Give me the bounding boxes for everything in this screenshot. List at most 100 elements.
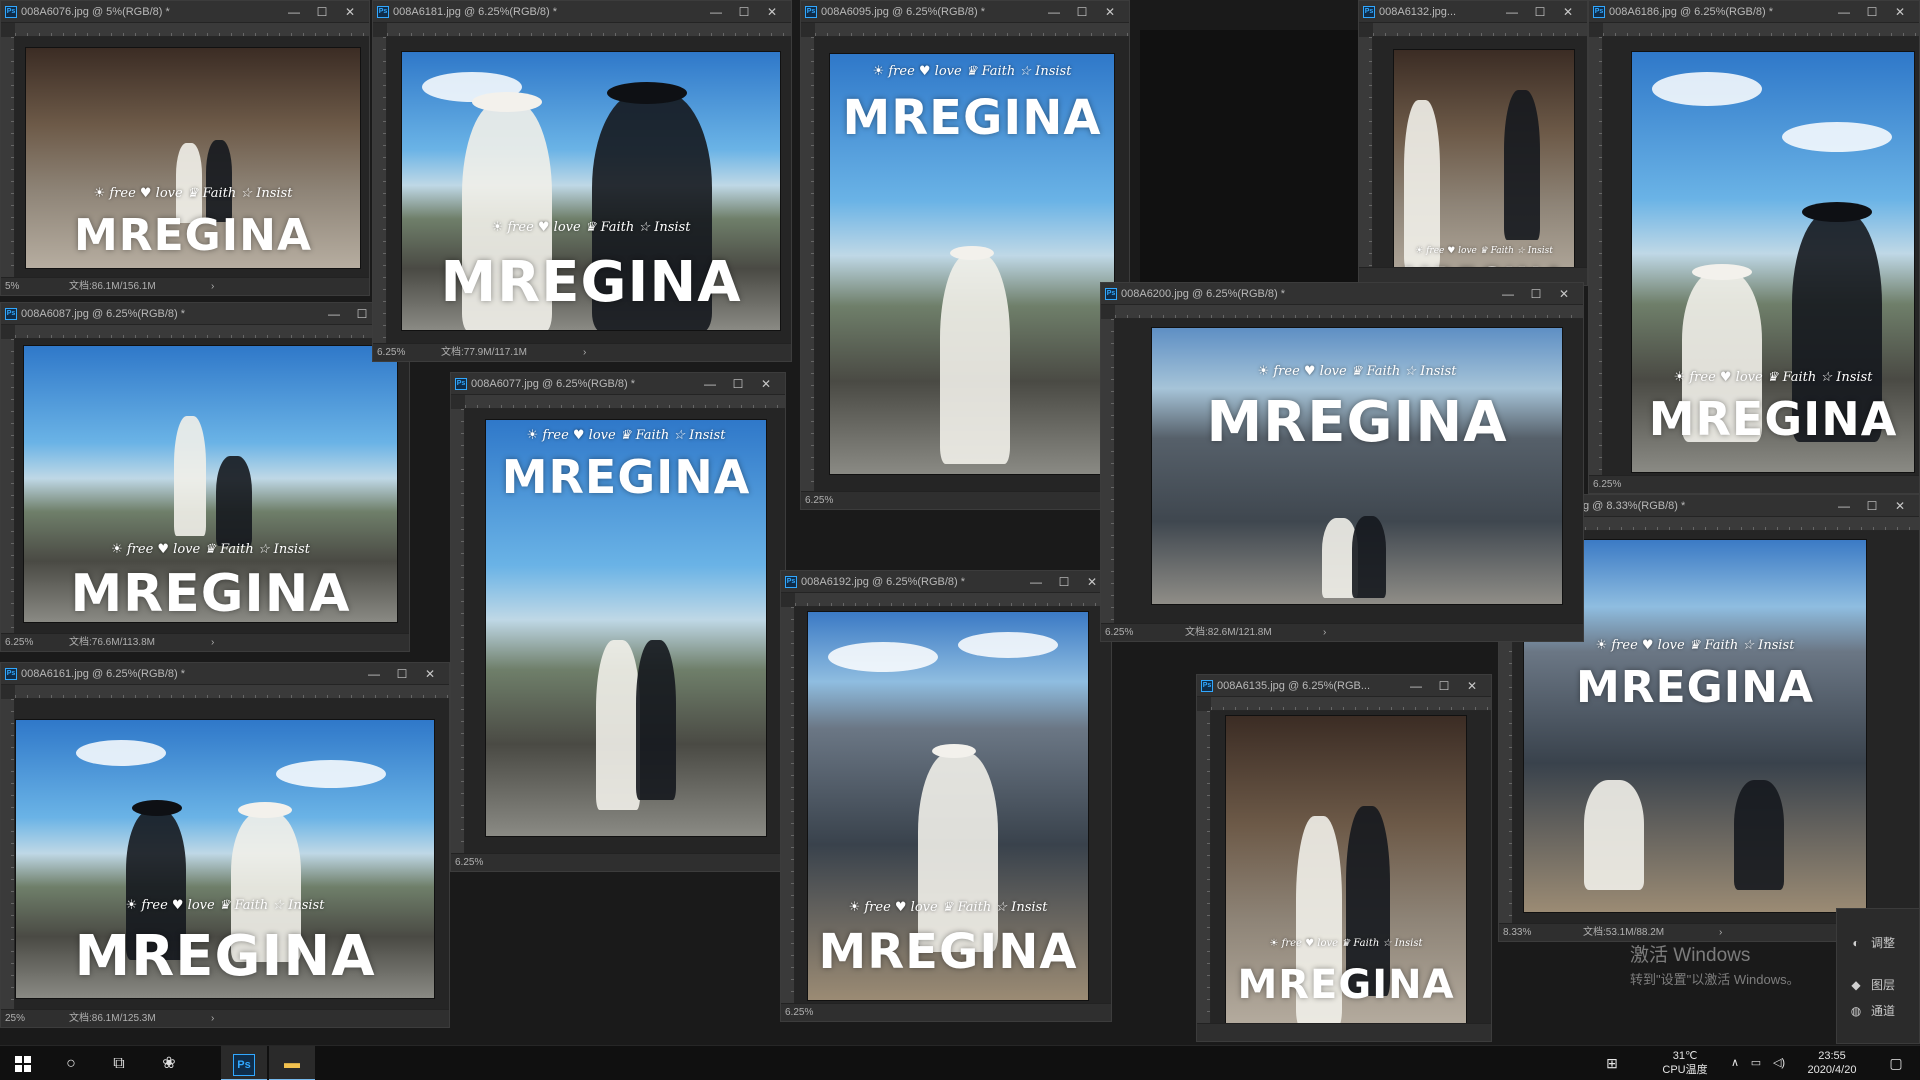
minimize-button[interactable]: — — [1403, 675, 1429, 696]
window-titlebar[interactable]: Ps 008A6192.jpg @ 6.25%(RGB/8) * — ☐ ✕ — [781, 571, 1111, 593]
task-view-button[interactable]: ⧉ — [96, 1046, 142, 1080]
document-window-6181[interactable]: Ps 008A6181.jpg @ 6.25%(RGB/8) * — ☐ ✕ ☀… — [372, 0, 792, 362]
minimize-button[interactable]: — — [361, 663, 387, 684]
document-window-6087[interactable]: Ps 008A6087.jpg @ 6.25%(RGB/8) * — ☐ ✕ ☀… — [0, 302, 410, 652]
status-arrow-icon[interactable]: › — [211, 1010, 214, 1027]
close-button[interactable]: ✕ — [1551, 283, 1577, 304]
zoom-level[interactable]: 6.25% — [455, 854, 483, 871]
start-button[interactable] — [0, 1046, 46, 1080]
maximize-button[interactable]: ☐ — [1859, 1, 1885, 22]
document-canvas[interactable]: ☀ free ♥ love ♛ Faith ☆ Insist MREGINA — [1603, 37, 1919, 475]
tray-grid-button[interactable]: ⊞ — [1600, 1046, 1624, 1080]
adjustments-panel-tab[interactable]: ◐ 调整 — [1837, 929, 1919, 957]
minimize-button[interactable]: — — [1041, 1, 1067, 22]
zoom-level[interactable]: 6.25% — [1593, 476, 1621, 493]
network-button[interactable]: ▭ — [1746, 1046, 1766, 1080]
document-window-6132[interactable]: Ps 008A6132.jpg... — ☐ ✕ ☀ free ♥ love ♛… — [1358, 0, 1588, 286]
maximize-button[interactable]: ☐ — [725, 373, 751, 394]
zoom-level[interactable]: 6.25% — [785, 1004, 813, 1021]
window-titlebar[interactable]: Ps 008A6076.jpg @ 5%(RGB/8) * — ☐ ✕ — [1, 1, 369, 23]
pinned-app-button[interactable]: ❀ — [146, 1046, 192, 1080]
document-canvas[interactable]: ☀ free ♥ love ♛ Faith ☆ Insist MREGINA — [465, 409, 785, 853]
windows-logo-icon — [15, 1056, 31, 1072]
zoom-level[interactable]: 6.25% — [1105, 624, 1133, 641]
window-titlebar[interactable]: Ps 008A6186.jpg @ 6.25%(RGB/8) * — ☐ ✕ — [1589, 1, 1919, 23]
minimize-button[interactable]: — — [1831, 1, 1857, 22]
clock[interactable]: 23:55 2020/4/20 — [1796, 1046, 1868, 1080]
minimize-button[interactable]: — — [1499, 1, 1525, 22]
document-window-6135[interactable]: Ps 008A6135.jpg @ 6.25%(RGB... — ☐ ✕ ☀ f… — [1196, 674, 1492, 1042]
zoom-level[interactable]: 6.25% — [5, 634, 33, 651]
maximize-button[interactable]: ☐ — [1431, 675, 1457, 696]
document-canvas[interactable]: ☀ free ♥ love ♛ Faith ☆ Insist MREGINA — [795, 607, 1111, 1003]
document-canvas[interactable]: ☀ free ♥ love ♛ Faith ☆ Insist MREGINA — [1115, 319, 1583, 623]
close-button[interactable]: ✕ — [417, 663, 443, 684]
close-button[interactable]: ✕ — [1887, 1, 1913, 22]
zoom-level[interactable]: 6.25% — [377, 344, 405, 361]
minimize-button[interactable]: — — [1023, 571, 1049, 592]
maximize-button[interactable]: ☐ — [309, 1, 335, 22]
volume-button[interactable]: ◁) — [1768, 1046, 1790, 1080]
zoom-level[interactable]: 8.33% — [1503, 924, 1531, 941]
status-arrow-icon[interactable]: › — [211, 278, 214, 295]
document-canvas[interactable]: ☀ free ♥ love ♛ Faith ☆ Insist MREGINA — [15, 339, 409, 633]
document-window-6161[interactable]: Ps 008A6161.jpg @ 6.25%(RGB/8) * — ☐ ✕ ☀… — [0, 662, 450, 1028]
window-titlebar[interactable]: Ps 008A6077.jpg @ 6.25%(RGB/8) * — ☐ ✕ — [451, 373, 785, 395]
close-button[interactable]: ✕ — [1555, 1, 1581, 22]
document-canvas[interactable]: ☀ free ♥ love ♛ Faith ☆ Insist MREGINA — [815, 37, 1129, 491]
maximize-button[interactable]: ☐ — [1069, 1, 1095, 22]
status-arrow-icon[interactable]: › — [211, 634, 214, 651]
document-canvas[interactable]: ☀ free ♥ love ♛ Faith ☆ Insist MREGINA — [15, 37, 369, 277]
document-canvas[interactable]: ☀ free ♥ love ♛ Faith ☆ Insist MREGINA — [387, 37, 791, 343]
photo: ☀ free ♥ love ♛ Faith ☆ Insist MREGINA — [401, 51, 781, 331]
document-canvas[interactable]: ☀ free ♥ love ♛ Faith ☆ Insist MREGINA — [15, 699, 449, 1009]
close-button[interactable]: ✕ — [759, 1, 785, 22]
window-titlebar[interactable]: Ps 008A6087.jpg @ 6.25%(RGB/8) * — ☐ ✕ — [1, 303, 409, 325]
show-hidden-icons-button[interactable]: ∧ — [1726, 1046, 1744, 1080]
maximize-button[interactable]: ☐ — [1051, 571, 1077, 592]
zoom-level[interactable]: 6.25% — [805, 492, 833, 509]
file-explorer-button[interactable]: ▬ — [269, 1046, 315, 1080]
maximize-button[interactable]: ☐ — [1523, 283, 1549, 304]
document-canvas[interactable]: ☀ free ♥ love ♛ Faith ☆ Insist MREGINA — [1211, 711, 1491, 1031]
window-titlebar[interactable]: Ps 008A6132.jpg... — ☐ ✕ — [1359, 1, 1587, 23]
close-button[interactable]: ✕ — [753, 373, 779, 394]
status-arrow-icon[interactable]: › — [583, 344, 586, 361]
maximize-button[interactable]: ☐ — [731, 1, 757, 22]
document-window-6077[interactable]: Ps 008A6077.jpg @ 6.25%(RGB/8) * — ☐ ✕ ☀… — [450, 372, 786, 872]
minimize-button[interactable]: — — [697, 373, 723, 394]
window-titlebar[interactable]: Ps 008A6161.jpg @ 6.25%(RGB/8) * — ☐ ✕ — [1, 663, 449, 685]
layers-panel-tab[interactable]: ◆ 图层 — [1837, 971, 1919, 999]
layers-panel-dock[interactable]: ◐ 调整 ◆ 图层 ◍ 通道 — [1836, 908, 1920, 1044]
window-titlebar[interactable]: Ps 008A6200.jpg @ 6.25%(RGB/8) * — ☐ ✕ — [1101, 283, 1583, 305]
document-canvas[interactable]: ☀ free ♥ love ♛ Faith ☆ Insist MREGINA — [1373, 37, 1587, 285]
window-titlebar[interactable]: Ps 008A6135.jpg @ 6.25%(RGB... — ☐ ✕ — [1197, 675, 1491, 697]
document-window-6186[interactable]: Ps 008A6186.jpg @ 6.25%(RGB/8) * — ☐ ✕ ☀… — [1588, 0, 1920, 494]
minimize-button[interactable]: — — [321, 303, 347, 324]
close-button[interactable]: ✕ — [1887, 495, 1913, 516]
document-window-6076[interactable]: Ps 008A6076.jpg @ 5%(RGB/8) * — ☐ ✕ ☀ fr… — [0, 0, 370, 296]
zoom-level[interactable]: 25% — [5, 1010, 25, 1027]
close-button[interactable]: ✕ — [1459, 675, 1485, 696]
minimize-button[interactable]: — — [1495, 283, 1521, 304]
status-arrow-icon[interactable]: › — [1323, 624, 1326, 641]
maximize-button[interactable]: ☐ — [1527, 1, 1553, 22]
minimize-button[interactable]: — — [281, 1, 307, 22]
photoshop-taskbar-button[interactable]: Ps — [221, 1046, 267, 1080]
window-titlebar[interactable]: Ps 008A6095.jpg @ 6.25%(RGB/8) * — ☐ ✕ — [801, 1, 1129, 23]
minimize-button[interactable]: — — [1831, 495, 1857, 516]
status-arrow-icon[interactable]: › — [1719, 924, 1722, 941]
search-button[interactable]: ○ — [48, 1046, 94, 1080]
close-button[interactable]: ✕ — [1097, 1, 1123, 22]
zoom-level[interactable]: 5% — [5, 278, 19, 295]
maximize-button[interactable]: ☐ — [1859, 495, 1885, 516]
close-button[interactable]: ✕ — [337, 1, 363, 22]
maximize-button[interactable]: ☐ — [389, 663, 415, 684]
document-window-6192[interactable]: Ps 008A6192.jpg @ 6.25%(RGB/8) * — ☐ ✕ ☀… — [780, 570, 1112, 1022]
minimize-button[interactable]: — — [703, 1, 729, 22]
window-titlebar[interactable]: Ps 008A6181.jpg @ 6.25%(RGB/8) * — ☐ ✕ — [373, 1, 791, 23]
document-window-6200[interactable]: Ps 008A6200.jpg @ 6.25%(RGB/8) * — ☐ ✕ ☀… — [1100, 282, 1584, 642]
channels-panel-tab[interactable]: ◍ 通道 — [1837, 997, 1919, 1025]
document-window-6095[interactable]: Ps 008A6095.jpg @ 6.25%(RGB/8) * — ☐ ✕ ☀… — [800, 0, 1130, 510]
notification-center-button[interactable]: ▢ — [1876, 1046, 1916, 1080]
